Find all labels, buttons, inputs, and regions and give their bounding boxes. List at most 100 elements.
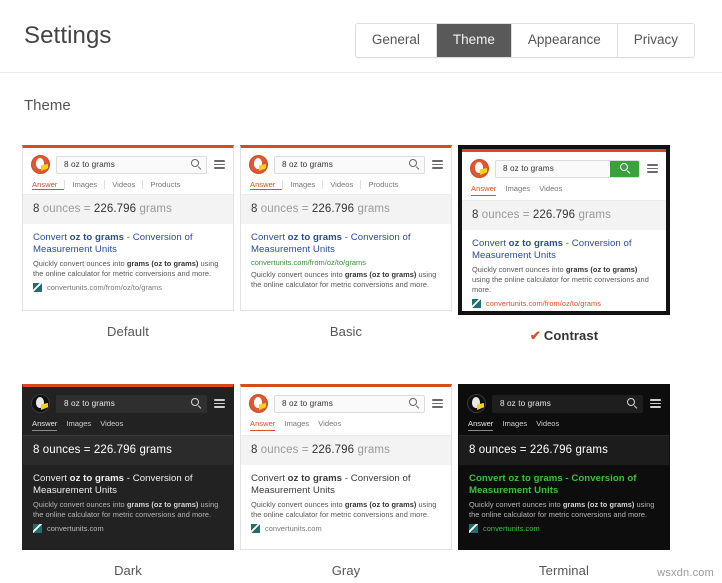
tab-theme[interactable]: Theme	[437, 24, 512, 57]
tab-privacy[interactable]: Privacy	[618, 24, 694, 57]
theme-preview-contrast[interactable]: 8 oz to grams Answer Images Videos 8 oun…	[458, 145, 670, 315]
preview-tab-answer[interactable]: Answer	[32, 419, 57, 430]
preview-tab-answer[interactable]: Answer	[250, 180, 283, 189]
answer-number: 8	[33, 203, 40, 215]
hamburger-menu-icon[interactable]	[432, 397, 443, 410]
preview-answer-box: 8 ounces = 226.796 grams	[459, 436, 669, 465]
preview-search-box[interactable]: 8 oz to grams	[274, 156, 425, 174]
magnifier-icon[interactable]	[191, 398, 202, 409]
preview-tab-products[interactable]: Products	[143, 180, 187, 189]
hamburger-menu-icon[interactable]	[647, 162, 658, 175]
theme-preview-terminal[interactable]: 8 oz to grams Answer Images Videos 8 oun…	[458, 384, 670, 550]
duckduckgo-logo-icon	[470, 159, 489, 178]
theme-preview-default[interactable]: 8 oz to grams Answer Images Videos Produ…	[22, 145, 234, 311]
preview-tabs: Answer Images Videos	[23, 417, 233, 435]
theme-label-gray[interactable]: Gray	[240, 563, 452, 578]
preview-tab-images[interactable]: Images	[66, 419, 91, 430]
result-title[interactable]: Convert oz to grams - Conversion of Meas…	[33, 232, 223, 256]
page-header: Settings General Theme Appearance Privac…	[0, 0, 722, 73]
preview-tab-images[interactable]: Images	[283, 180, 323, 189]
watermark: wsxdn.com	[657, 567, 714, 579]
preview-tab-videos[interactable]: Videos	[100, 419, 123, 430]
preview-tab-answer[interactable]: Answer	[471, 184, 496, 195]
answer-number: 8	[251, 444, 258, 456]
theme-label-basic[interactable]: Basic	[240, 324, 452, 339]
section-title-theme: Theme	[24, 97, 71, 114]
theme-label-default[interactable]: Default	[22, 324, 234, 339]
preview-tab-products[interactable]: Products	[361, 180, 405, 189]
theme-option-basic[interactable]: 8 oz to grams Answer Images Videos Produ…	[240, 145, 452, 344]
theme-preview-gray[interactable]: 8 oz to grams Answer Images Videos 8 oun…	[240, 384, 452, 550]
theme-preview-dark[interactable]: 8 oz to grams Answer Images Videos 8 oun…	[22, 384, 234, 550]
hamburger-menu-icon[interactable]	[214, 397, 225, 410]
preview-tab-images[interactable]: Images	[505, 184, 530, 195]
settings-tabbar: General Theme Appearance Privacy	[355, 23, 695, 58]
theme-grid: 8 oz to grams Answer Images Videos Produ…	[22, 145, 702, 578]
theme-option-default[interactable]: 8 oz to grams Answer Images Videos Produ…	[22, 145, 234, 344]
result-title[interactable]: Convert oz to grams - Conversion of Meas…	[472, 238, 656, 262]
result-url[interactable]: convertunits.com/from/oz/to/grams	[47, 283, 162, 292]
selected-check-icon: ✔	[530, 328, 541, 343]
preview-answer-box: 8 ounces = 226.796 grams	[462, 201, 666, 230]
preview-search-box[interactable]: 8 oz to grams	[56, 395, 207, 413]
result-title[interactable]: Convert oz to grams - Conversion of Meas…	[33, 473, 223, 497]
preview-answer-box: 8 ounces = 226.796 grams	[23, 195, 233, 224]
preview-search-box[interactable]: 8 oz to grams	[495, 160, 640, 178]
magnifier-icon[interactable]	[409, 159, 420, 170]
theme-label-contrast[interactable]: ✔Contrast	[458, 328, 670, 344]
theme-label-text: Contrast	[544, 328, 598, 343]
search-submit-button[interactable]	[610, 160, 640, 178]
preview-tab-images[interactable]: Images	[284, 419, 309, 430]
result-url[interactable]: convertunits.com	[483, 524, 540, 533]
result-title[interactable]: Convert oz to grams - Conversion of Meas…	[469, 473, 659, 497]
preview-tab-answer[interactable]: Answer	[32, 180, 65, 189]
hamburger-menu-icon[interactable]	[650, 397, 661, 410]
result-title[interactable]: Convert oz to grams - Conversion of Meas…	[251, 232, 441, 256]
answer-unit-to: grams	[357, 444, 389, 456]
preview-tab-videos[interactable]: Videos	[539, 184, 562, 195]
preview-tab-images[interactable]: Images	[65, 180, 105, 189]
answer-number: 8	[472, 209, 479, 221]
site-favicon-icon	[33, 283, 42, 292]
preview-tab-videos[interactable]: Videos	[105, 180, 143, 189]
result-url[interactable]: convertunits.com	[47, 524, 104, 533]
preview-tab-videos[interactable]: Videos	[536, 419, 559, 430]
theme-option-contrast[interactable]: 8 oz to grams Answer Images Videos 8 oun…	[458, 145, 670, 344]
hamburger-menu-icon[interactable]	[214, 158, 225, 171]
preview-search-box[interactable]: 8 oz to grams	[274, 395, 425, 413]
duckduckgo-logo-icon	[467, 394, 486, 413]
theme-option-terminal[interactable]: 8 oz to grams Answer Images Videos 8 oun…	[458, 384, 670, 578]
theme-label-dark[interactable]: Dark	[22, 563, 234, 578]
answer-value: 226.796	[312, 203, 354, 215]
preview-tab-answer[interactable]: Answer	[468, 419, 493, 430]
preview-tabs: Answer Images Videos	[462, 182, 666, 200]
tab-appearance[interactable]: Appearance	[512, 24, 618, 57]
preview-answer-box: 8 ounces = 226.796 grams	[23, 436, 233, 465]
magnifier-icon	[620, 163, 631, 174]
result-url[interactable]: convertunits.com/from/oz/to/grams	[486, 299, 601, 308]
result-title[interactable]: Convert oz to grams - Conversion of Meas…	[251, 473, 441, 497]
hamburger-menu-icon[interactable]	[432, 158, 443, 171]
magnifier-icon[interactable]	[409, 398, 420, 409]
preview-tab-videos[interactable]: Videos	[318, 419, 341, 430]
preview-search-box[interactable]: 8 oz to grams	[56, 156, 207, 174]
theme-option-gray[interactable]: 8 oz to grams Answer Images Videos 8 oun…	[240, 384, 452, 578]
theme-option-dark[interactable]: 8 oz to grams Answer Images Videos 8 oun…	[22, 384, 234, 578]
preview-search-row: 8 oz to grams	[23, 148, 233, 178]
preview-tab-answer[interactable]: Answer	[250, 419, 275, 430]
answer-value: 226.796	[533, 209, 575, 221]
preview-search-query: 8 oz to grams	[64, 160, 191, 169]
preview-search-row: 8 oz to grams	[241, 387, 451, 417]
preview-tab-images[interactable]: Images	[502, 419, 527, 430]
answer-unit-to: grams	[139, 444, 171, 456]
theme-label-terminal[interactable]: Terminal	[458, 563, 670, 578]
magnifier-icon[interactable]	[191, 159, 202, 170]
result-url[interactable]: convertunits.com	[265, 524, 322, 533]
result-url-row: convertunits.com	[33, 524, 223, 533]
theme-preview-basic[interactable]: 8 oz to grams Answer Images Videos Produ…	[240, 145, 452, 311]
result-url[interactable]: convertunits.com/from/oz/to/grams	[251, 258, 441, 267]
magnifier-icon[interactable]	[627, 398, 638, 409]
preview-search-box[interactable]: 8 oz to grams	[492, 395, 643, 413]
preview-tab-videos[interactable]: Videos	[323, 180, 361, 189]
tab-general[interactable]: General	[356, 24, 437, 57]
